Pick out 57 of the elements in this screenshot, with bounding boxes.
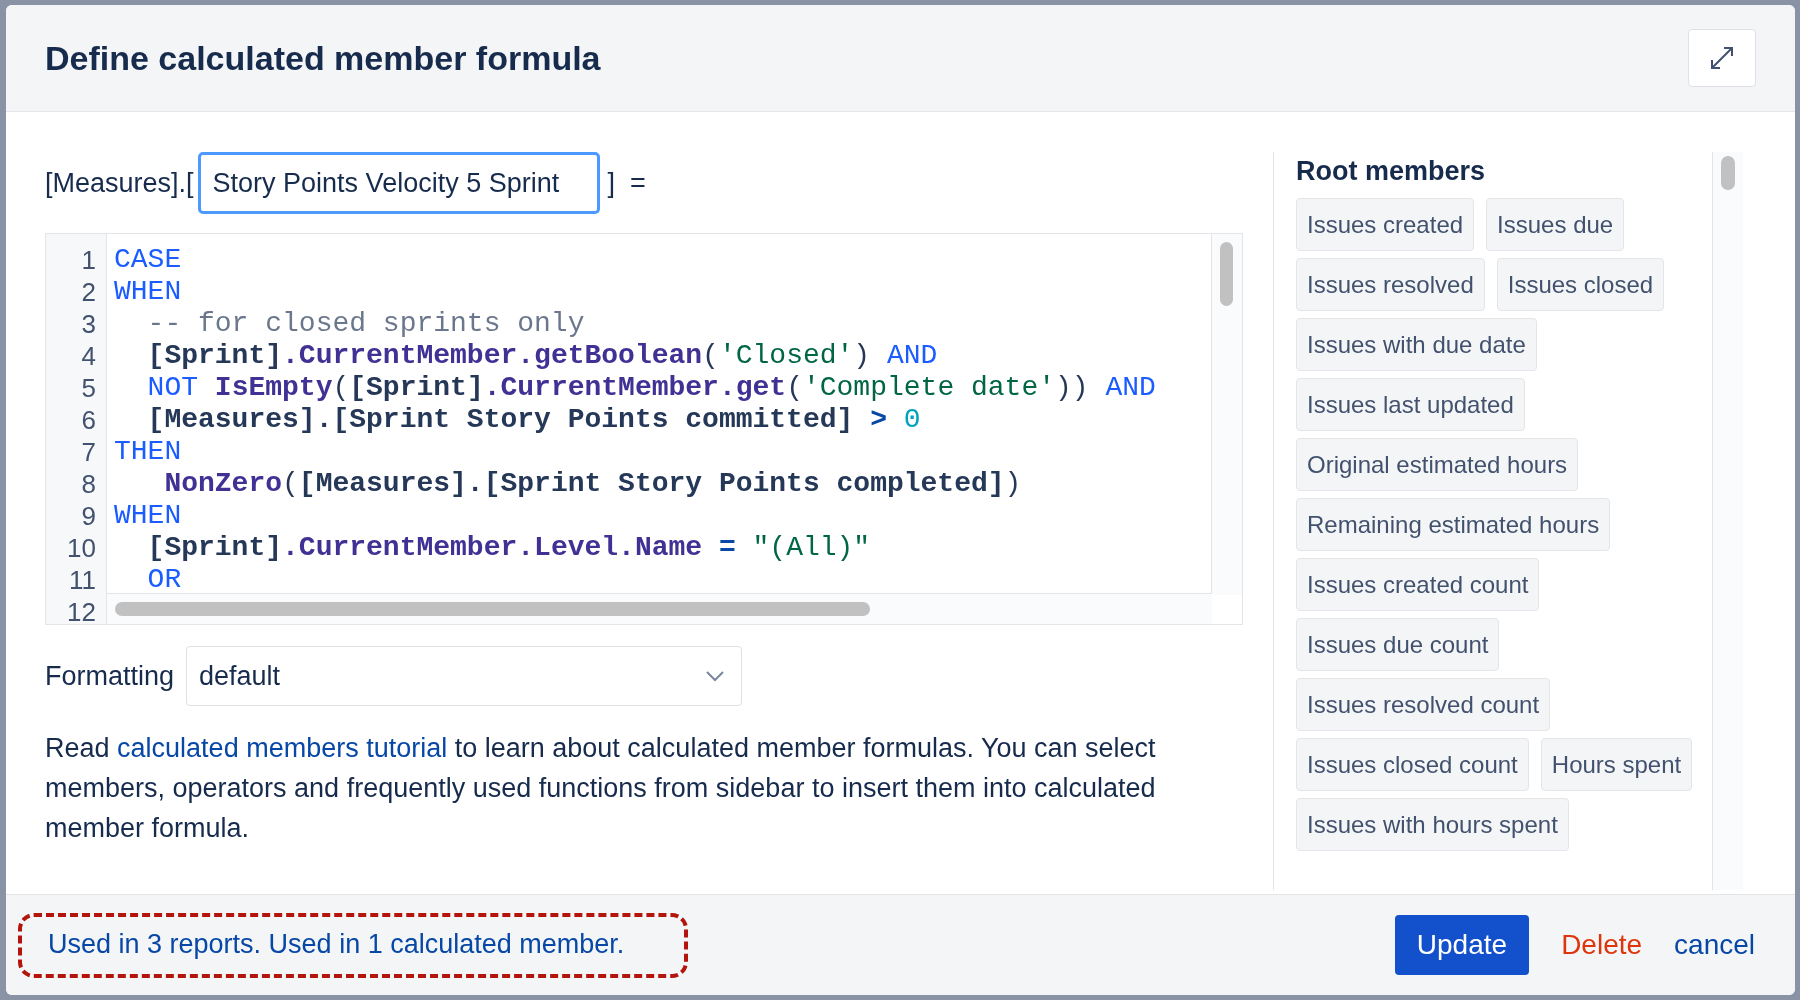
member-chip[interactable]: Issues closed (1496, 258, 1665, 311)
code-line: CASE (114, 244, 183, 276)
code-line: NonZero([Measures].[Sprint Story Points completed]) (163, 468, 1023, 500)
vertical-scrollbar[interactable] (1211, 234, 1242, 595)
member-chip[interactable]: Issues resolved count (1296, 678, 1551, 731)
code-line: [Measures].[Sprint Story Points committed] > 0 (146, 404, 922, 436)
line-number: 7 (80, 436, 97, 468)
expand-icon (1709, 45, 1735, 71)
tutorial-link[interactable]: calculated members tutorial (117, 733, 448, 763)
code-line: THEN (114, 436, 183, 468)
member-chip[interactable]: Issues closed count (1296, 738, 1529, 791)
member-chip[interactable]: Hours spent (1540, 738, 1693, 791)
line-number: 2 (80, 276, 97, 308)
member-chip[interactable]: Issues created count (1296, 558, 1540, 611)
code-line: NOT IsEmpty([Sprint].CurrentMember.get('Complete date')) AND (146, 372, 1157, 404)
dialog-title: Define calculated member formula (45, 38, 601, 78)
member-chip[interactable]: Remaining estimated hours (1296, 498, 1611, 551)
code-line: WHEN (114, 500, 183, 532)
formatting-label: Formatting (45, 660, 175, 692)
usage-text: Used in 3 reports. Used in 1 calculated member. (48, 928, 625, 959)
member-chip[interactable]: Issues last updated (1296, 378, 1525, 431)
member-chip[interactable]: Original estimated hours (1296, 438, 1579, 491)
sidebar-scrollbar[interactable] (1712, 152, 1743, 890)
line-number: 3 (80, 308, 97, 340)
line-number: 6 (80, 404, 97, 436)
line-number: 11 (68, 564, 97, 596)
member-chip[interactable]: Issues created (1296, 198, 1475, 251)
code-line: WHEN (114, 276, 183, 308)
horizontal-scrollbar[interactable] (107, 593, 1212, 624)
line-number: 10 (66, 532, 97, 564)
member-chip[interactable]: Issues due (1486, 198, 1625, 251)
formula-suffix: ] = (607, 167, 646, 199)
help-text: Read calculated members tutorial to learn about calculated member formulas. You can select members, operators and frequently used functions from sidebar to insert them into calculated member formula. (45, 732, 1157, 845)
member-chip[interactable]: Issues with due date (1296, 318, 1537, 371)
code-editor[interactable] (45, 233, 1243, 625)
code-line: OR (146, 564, 183, 596)
formatting-dropdown[interactable]: default (186, 646, 743, 706)
delete-link[interactable]: Delete (1561, 929, 1643, 961)
code-line: [Sprint].CurrentMember.Level.Name = "(All)" (146, 532, 872, 564)
line-number: 1 (80, 244, 97, 276)
line-number: 8 (80, 468, 97, 500)
line-number: 9 (80, 500, 97, 532)
expand-button[interactable] (1688, 29, 1756, 87)
member-chip[interactable]: Issues due count (1296, 618, 1500, 671)
line-number: 4 (80, 340, 97, 372)
member-name-field[interactable]: Story Points Velocity 5 Sprint (197, 152, 600, 214)
chevron-down-icon (705, 670, 726, 682)
line-number: 5 (80, 372, 97, 404)
line-number: 12 (66, 596, 97, 624)
sidebar-title: Root members (1296, 155, 1487, 188)
code-line: -- for closed sprints only (146, 308, 586, 340)
code-line: [Sprint].CurrentMember.getBoolean('Closed') AND (146, 340, 939, 372)
update-button[interactable]: Update (1394, 915, 1530, 975)
member-chip[interactable]: Issues resolved (1296, 258, 1485, 311)
member-chip[interactable]: Issues with hours spent (1296, 798, 1569, 851)
cancel-link[interactable]: cancel (1674, 929, 1755, 961)
formula-prefix: [Measures].[ (45, 167, 194, 199)
